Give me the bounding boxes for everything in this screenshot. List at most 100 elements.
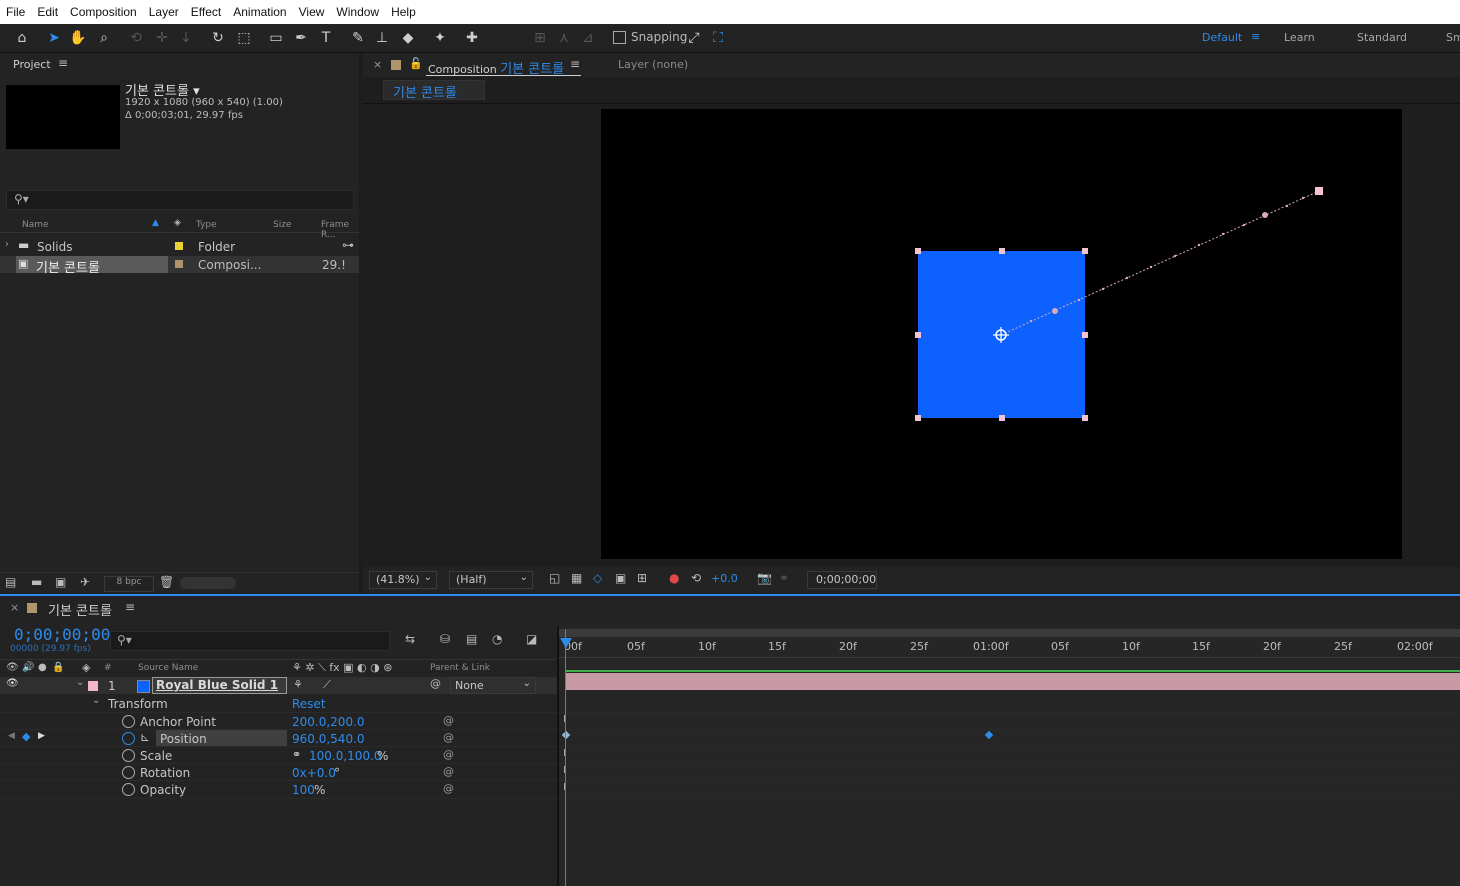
- workspace-small[interactable]: Sm: [1446, 31, 1460, 44]
- menu-composition[interactable]: Composition: [64, 5, 143, 19]
- selection-tool-icon[interactable]: ➤: [44, 28, 64, 48]
- visibility-eye-icon[interactable]: 👁: [6, 678, 19, 689]
- interpret-footage-icon[interactable]: ▤: [5, 575, 16, 589]
- world-axis-icon[interactable]: ⋏: [554, 28, 574, 48]
- snap-features-icon[interactable]: ⛶: [708, 28, 728, 48]
- trash-icon[interactable]: 🗑: [159, 575, 174, 589]
- label-tag-icon[interactable]: ◈: [82, 661, 90, 674]
- new-composition-icon[interactable]: ▣: [55, 575, 66, 589]
- project-search-input[interactable]: ⚲▾: [6, 190, 354, 210]
- flowchart-icon[interactable]: ⊶: [342, 238, 354, 252]
- layer-label-swatch[interactable]: [88, 681, 98, 691]
- eye-icon[interactable]: 👁: [6, 662, 19, 673]
- region-of-interest-icon[interactable]: ▣: [615, 571, 626, 585]
- resolution-dropdown[interactable]: (Half) ⌄: [449, 571, 533, 589]
- hand-tool-icon[interactable]: ✋: [68, 28, 88, 48]
- menu-layer[interactable]: Layer: [143, 5, 185, 19]
- position-keyframe[interactable]: [984, 730, 994, 740]
- project-tab[interactable]: Project: [13, 58, 51, 71]
- solo-icon[interactable]: ●: [38, 662, 47, 673]
- menu-help[interactable]: Help: [385, 5, 422, 19]
- position-keyframe[interactable]: [561, 730, 571, 740]
- hide-shy-layers-icon[interactable]: ▤: [466, 632, 477, 646]
- chevron-down-icon[interactable]: ⌄: [92, 695, 100, 706]
- bit-depth-button[interactable]: 8 bpc: [104, 576, 154, 592]
- label-tag-icon[interactable]: ◈: [174, 218, 181, 228]
- expression-pickwhip-icon[interactable]: @: [443, 748, 454, 761]
- menu-edit[interactable]: Edit: [31, 5, 64, 19]
- graph-editor-icon[interactable]: ◪: [526, 632, 537, 646]
- label-swatch[interactable]: [175, 242, 183, 250]
- puppet-pin-tool-icon[interactable]: ✚: [462, 28, 482, 48]
- reset-link[interactable]: Reset: [292, 697, 326, 711]
- project-item-comp[interactable]: ▣ 기본 콘트롤 Composi... 29.!: [0, 256, 359, 276]
- col-frame-rate[interactable]: Frame R...: [321, 220, 359, 240]
- zoom-tool-icon[interactable]: ⌕: [94, 28, 114, 48]
- camera-snapshot-icon[interactable]: 📷: [757, 571, 772, 585]
- brush-tool-icon[interactable]: ✎: [348, 28, 368, 48]
- pan-camera-icon[interactable]: ✛: [152, 28, 172, 48]
- expression-pickwhip-icon[interactable]: @: [443, 714, 454, 727]
- roto-brush-tool-icon[interactable]: ✦: [430, 28, 450, 48]
- panel-menu-icon[interactable]: ≡: [570, 57, 580, 71]
- draft-3d-icon[interactable]: ⛁: [440, 632, 450, 646]
- layer-name[interactable]: Royal Blue Solid 1: [152, 677, 287, 694]
- shy-switch-icon[interactable]: ⚘: [293, 678, 303, 691]
- thumbnail-slider[interactable]: [180, 577, 236, 589]
- playhead-handle[interactable]: [560, 638, 572, 648]
- property-value[interactable]: 0x+0.0: [292, 766, 336, 780]
- timeline-tab[interactable]: 기본 콘트롤: [48, 600, 112, 619]
- menu-file[interactable]: File: [0, 5, 31, 19]
- orbit-camera-icon[interactable]: ⟲: [126, 28, 146, 48]
- previous-keyframe-icon[interactable]: ◀: [8, 731, 15, 741]
- panel-menu-icon[interactable]: ≡: [58, 56, 68, 70]
- timeline-graph-area[interactable]: 00f 05f 10f 15f 20f 25f 01:00f 05f 10f 1…: [559, 626, 1460, 886]
- eraser-tool-icon[interactable]: ◆: [398, 28, 418, 48]
- type-tool-icon[interactable]: T: [316, 28, 336, 48]
- close-icon[interactable]: ×: [10, 601, 19, 614]
- local-axis-icon[interactable]: ⊞: [530, 28, 550, 48]
- lock-icon[interactable]: 🔒: [52, 662, 64, 673]
- adjust-settings-icon[interactable]: ✈: [80, 575, 90, 589]
- clone-stamp-tool-icon[interactable]: ⊥: [372, 28, 392, 48]
- chevron-down-icon[interactable]: ⌄: [76, 677, 84, 688]
- workspace-menu-icon[interactable]: ≡: [1251, 30, 1260, 43]
- channel-rgb-icon[interactable]: ●: [669, 571, 679, 585]
- menu-effect[interactable]: Effect: [185, 5, 227, 19]
- stopwatch-icon[interactable]: [122, 749, 135, 762]
- menu-window[interactable]: Window: [330, 5, 385, 19]
- mask-visibility-icon[interactable]: ◇: [593, 571, 602, 585]
- col-size[interactable]: Size: [273, 220, 291, 230]
- expression-pickwhip-icon[interactable]: @: [443, 782, 454, 795]
- quality-switch-icon[interactable]: ⟋: [323, 678, 331, 692]
- graph-icon[interactable]: ⊾: [140, 730, 150, 744]
- fast-previews-icon[interactable]: ◱: [549, 571, 560, 585]
- lock-icon[interactable]: 🔓: [409, 57, 423, 70]
- property-value[interactable]: 200.0,200.0: [292, 715, 365, 729]
- exposure-value[interactable]: +0.0: [711, 572, 738, 585]
- stopwatch-icon[interactable]: [122, 783, 135, 796]
- parent-dropdown[interactable]: None ⌄: [450, 677, 536, 694]
- layer-duration-bar[interactable]: [565, 673, 1460, 690]
- col-name[interactable]: Name: [22, 220, 49, 230]
- property-value[interactable]: 100.0,100.0: [309, 749, 382, 763]
- rectangle-tool-icon[interactable]: ▭: [266, 28, 286, 48]
- property-value[interactable]: 100: [292, 783, 315, 797]
- stopwatch-icon[interactable]: [122, 766, 135, 779]
- work-area-bar[interactable]: [559, 629, 1460, 637]
- close-icon[interactable]: ×: [373, 58, 382, 71]
- new-folder-icon[interactable]: ▬: [31, 575, 42, 589]
- pen-tool-icon[interactable]: ✒: [291, 28, 311, 48]
- property-value[interactable]: 960.0,540.0: [292, 732, 365, 746]
- chevron-right-icon[interactable]: ›: [5, 239, 9, 250]
- layer-row[interactable]: 👁 ⌄ 1 Royal Blue Solid 1 ⚘ ⟋ @ None ⌄: [0, 677, 557, 694]
- sort-asc-icon[interactable]: ▲: [152, 218, 159, 228]
- flowchart-breadcrumb[interactable]: 기본 콘트롤: [383, 80, 485, 101]
- stopwatch-icon[interactable]: [122, 715, 135, 728]
- expression-pickwhip-icon[interactable]: @: [443, 731, 454, 744]
- constrain-proportions-icon[interactable]: ⚭: [292, 748, 301, 761]
- add-keyframe-icon[interactable]: ◆: [22, 730, 30, 743]
- panel-menu-icon[interactable]: ≡: [125, 600, 135, 614]
- col-type[interactable]: Type: [196, 220, 217, 230]
- col-parent-link[interactable]: Parent & Link: [430, 663, 490, 673]
